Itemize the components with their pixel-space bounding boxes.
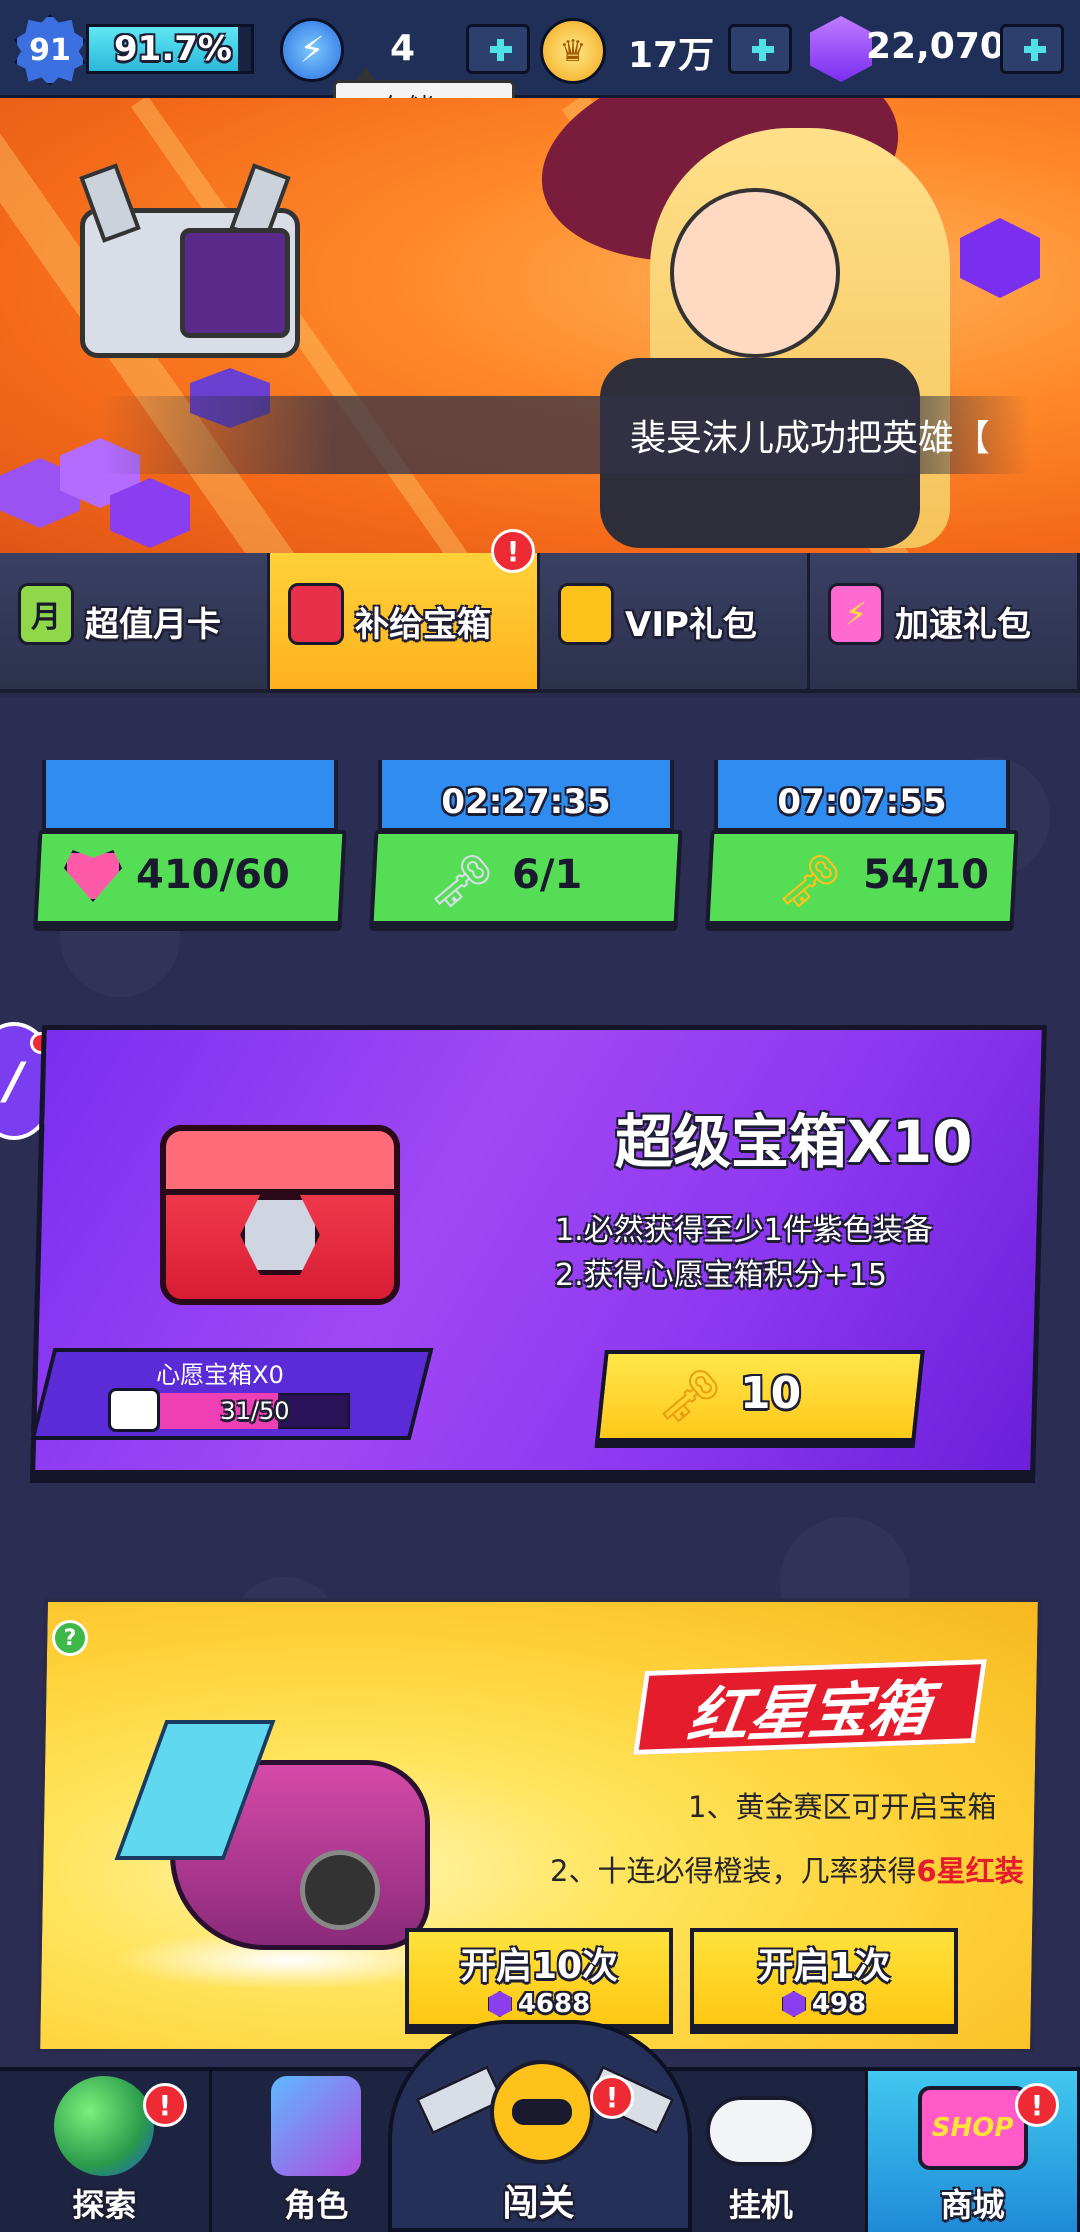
red-star-desc-2: 2、十连必得橙装，几率获得6星红装: [550, 1854, 1024, 1888]
month-card-icon: 月: [18, 583, 74, 645]
shop-icon: SHOP: [917, 2086, 1028, 2170]
gold-coin-icon: ♛: [540, 18, 606, 84]
gamepad-icon: [705, 2096, 816, 2166]
energy-count: 4: [390, 28, 416, 69]
super-chest-desc-1: 1.必然获得至少1件紫色装备: [555, 1213, 933, 1248]
top-resource-bar: 91 91.7% ⚡ 4 存储: 8 ♛ 17万 22,070: [0, 0, 1080, 132]
tab-label: 补给宝箱: [355, 604, 491, 645]
wish-chest-icon: [108, 1388, 160, 1432]
wish-chest-label: 心愿宝箱X0: [156, 1361, 284, 1389]
character-cards-icon: [271, 2076, 362, 2176]
skull-emblem-icon[interactable]: [490, 2060, 594, 2164]
help-icon[interactable]: ?: [52, 1620, 88, 1656]
gold-key-icon: 🗝: [777, 851, 844, 912]
gem-icon: [810, 16, 872, 82]
ticker-text: 裴旻沫儿成功把英雄【: [629, 418, 990, 459]
exp-bar: 91.7%: [86, 24, 254, 74]
red-equip-highlight: 6星红装: [916, 1854, 1024, 1888]
tab-label: VIP礼包: [625, 604, 757, 645]
red-chest-image: [150, 1085, 410, 1315]
nav-shop[interactable]: SHOP 商城 !: [868, 2071, 1080, 2232]
tab-label: 超值月卡: [85, 604, 221, 645]
chest-timer: 07:07:55: [777, 782, 947, 822]
tab-monthly-card[interactable]: 月 超值月卡: [0, 553, 270, 689]
chest-card-heart[interactable]: 410/60: [33, 760, 347, 930]
chest-card-gold-key[interactable]: 07:07:55 🗝 54/10: [705, 760, 1019, 930]
gem-amount: 22,070: [866, 26, 1005, 67]
tab-vip-gift[interactable]: VIP礼包: [540, 553, 810, 689]
gem-icon: [487, 1991, 512, 2017]
gold-key-icon: 🗝: [657, 1366, 724, 1427]
alert-badge-icon: !: [1015, 2083, 1060, 2127]
wish-progress-text: 31/50: [220, 1397, 290, 1425]
supply-chest-icon: [288, 583, 344, 645]
key-cost: 10: [740, 1368, 802, 1419]
broadcast-ticker: 裴旻沫儿成功把英雄【: [100, 396, 1030, 474]
open-1-time-button[interactable]: 开启1次 498: [690, 1928, 958, 2028]
tab-label: 加速礼包: [895, 604, 1031, 645]
nav-explore[interactable]: 探索 !: [0, 2071, 212, 2232]
chest-card-value: 410/60: [136, 852, 290, 898]
add-gold-button[interactable]: [728, 24, 792, 74]
chest-card-silver-key[interactable]: 02:27:35 🗝 6/1: [369, 760, 683, 930]
chest-card-top: [42, 760, 338, 832]
robot-mascot-image: [60, 163, 310, 428]
speed-gift-icon: ⚡: [828, 583, 884, 645]
add-gems-button[interactable]: [1000, 24, 1064, 74]
btn-cost: 4688: [487, 1989, 590, 2019]
btn-label: 开启1次: [757, 1946, 891, 1987]
alert-badge-icon: !: [491, 529, 535, 573]
shop-tab-bar: 月 超值月卡 补给宝箱 ! VIP礼包 ⚡ 加速礼包: [0, 529, 1080, 693]
nav-label: 探索: [72, 2186, 137, 2224]
energy-icon: ⚡: [280, 18, 344, 82]
alert-badge-icon: !: [142, 2083, 187, 2127]
super-chest-desc-2: 2.获得心愿宝箱积分+15: [555, 1258, 887, 1293]
tab-speed-gift[interactable]: ⚡ 加速礼包: [810, 553, 1080, 689]
nav-label: 挂机: [728, 2186, 793, 2224]
red-star-title-badge: 红星宝箱: [633, 1659, 987, 1755]
tab-supply-chest[interactable]: 补给宝箱 !: [270, 529, 540, 689]
level-badge[interactable]: 91: [14, 14, 86, 86]
silver-key-icon: 🗝: [429, 851, 496, 912]
btn-label: 开启10次: [459, 1946, 619, 1987]
nav-label: 闯关: [502, 2183, 575, 2224]
open-10-times-button[interactable]: 开启10次 4688: [405, 1928, 673, 2028]
witch-hero-image: [480, 98, 1080, 553]
nav-label: 商城: [940, 2186, 1005, 2224]
add-energy-button[interactable]: [466, 24, 530, 74]
globe-icon: [54, 2076, 155, 2176]
shop-sign-text: SHOP: [931, 2113, 1014, 2143]
gem-icon: [781, 1991, 806, 2017]
btn-cost: 498: [781, 1989, 866, 2019]
exp-percent: 91.7%: [114, 29, 232, 69]
red-star-desc-1: 1、黄金赛区可开启宝箱: [688, 1790, 997, 1824]
gold-amount: 17万: [628, 35, 715, 76]
level-value: 91: [29, 32, 71, 68]
promo-banner[interactable]: 裴旻沫儿成功把英雄【: [0, 98, 1080, 553]
vip-gift-icon: [558, 583, 614, 645]
chest-card-value: 54/10: [863, 852, 989, 898]
super-chest-title: 超级宝箱X10: [615, 1108, 973, 1176]
alert-badge-icon: !: [590, 2075, 634, 2119]
chest-timer: 02:27:35: [441, 782, 611, 822]
chest-card-value: 6/1: [512, 852, 583, 898]
red-star-title: 红星宝箱: [683, 1673, 935, 1752]
nav-label: 角色: [284, 2186, 349, 2224]
